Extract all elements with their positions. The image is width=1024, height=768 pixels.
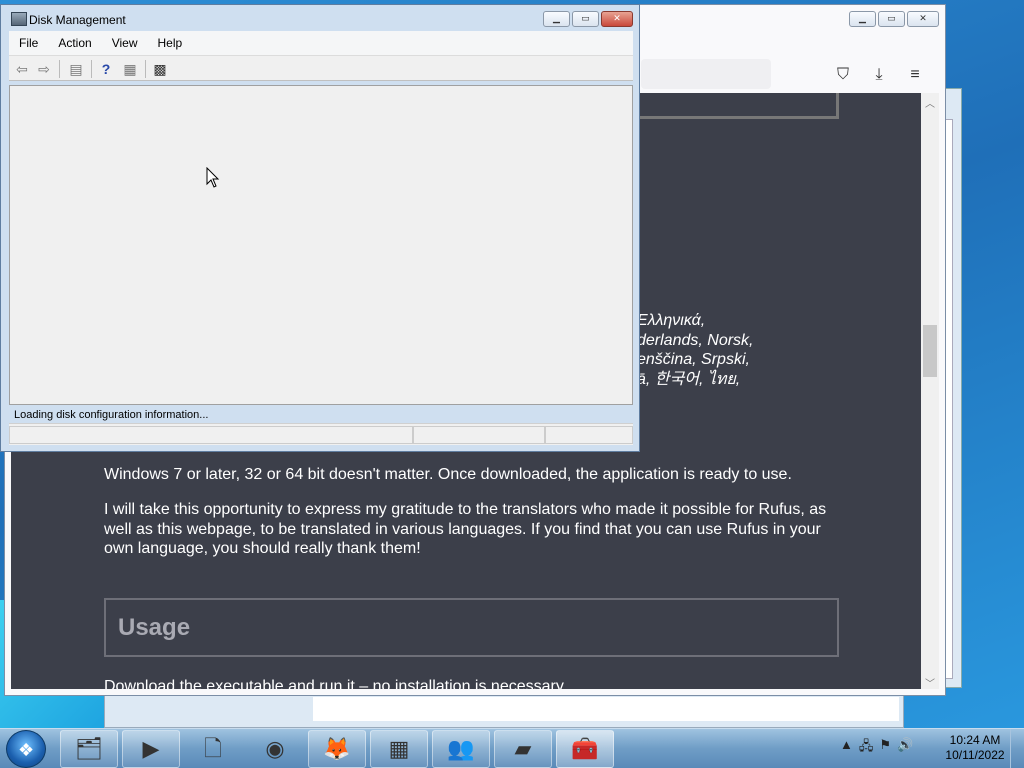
taskbar-firefox-icon[interactable]: 🦊: [308, 730, 366, 768]
lang-line[interactable]: ā, 한국어, ไทย,: [637, 370, 923, 390]
pocket-icon[interactable]: ⛉: [833, 65, 853, 85]
lang-line[interactable]: derlands, Norsk,: [637, 331, 923, 351]
taskbar-document-icon[interactable]: 🗋: [184, 730, 242, 768]
clock-date: 10/11/2022: [945, 748, 1005, 762]
paragraph-translators: I will take this opportunity to express …: [104, 501, 827, 557]
usage-section-box: Usage: [104, 598, 839, 657]
paragraph-usage: Download the executable and run it – no …: [104, 678, 568, 689]
taskbar-media-player-icon[interactable]: ▶: [122, 730, 180, 768]
taskbar-users-icon[interactable]: 👥: [432, 730, 490, 768]
forward-arrow-icon[interactable]: ⇨: [35, 60, 53, 78]
paragraph-requirements: Windows 7 or later, 32 or 64 bit doesn't…: [104, 466, 792, 483]
status-bar: [9, 423, 633, 445]
properties-icon[interactable]: ▦: [121, 60, 139, 78]
url-bar[interactable]: [641, 59, 771, 89]
system-tray: ▲ 🖧 ⚑ 🔊: [840, 737, 913, 759]
minimize-button[interactable]: ▁: [849, 11, 876, 27]
download-icon[interactable]: ⤓: [869, 65, 889, 85]
close-button[interactable]: ✕: [601, 11, 633, 27]
maximize-button[interactable]: ▭: [572, 11, 599, 27]
clock-time: 10:24 AM: [949, 733, 1001, 747]
status-cell: [545, 426, 633, 444]
firefox-window-controls: ▁ ▭ ✕: [849, 11, 939, 27]
disk-management-icon: [11, 12, 27, 26]
menu-action[interactable]: Action: [48, 36, 101, 50]
back-arrow-icon[interactable]: ⇦: [13, 60, 31, 78]
toolbar-separator: [91, 60, 92, 78]
toolbar-separator: [145, 60, 146, 78]
show-hide-tree-icon[interactable]: ▤: [67, 60, 85, 78]
maximize-button[interactable]: ▭: [878, 11, 905, 27]
disk-content-area: Loading disk configuration information..…: [9, 85, 633, 421]
status-cell: [413, 426, 545, 444]
menu-icon[interactable]: ≡: [905, 65, 925, 85]
taskbar-chrome-icon[interactable]: ◉: [246, 730, 304, 768]
show-hidden-icons-icon[interactable]: ▲: [840, 737, 853, 759]
close-button[interactable]: ✕: [907, 11, 939, 27]
menu-view[interactable]: View: [102, 36, 148, 50]
help-icon[interactable]: ?: [97, 60, 115, 78]
start-button[interactable]: ❖: [6, 730, 46, 768]
windows-logo-icon: ❖: [18, 740, 35, 760]
lang-line[interactable]: Ελληνικά,: [637, 311, 923, 331]
window-title: Disk Management: [29, 13, 126, 27]
action-center-icon[interactable]: ⚑: [879, 737, 891, 759]
disk-management-window: Disk Management ▁ ▭ ✕ File Action View H…: [0, 4, 640, 452]
scroll-up-icon[interactable]: ︿: [925, 95, 935, 110]
disk-settings-icon[interactable]: ▩: [151, 60, 169, 78]
show-desktop-button[interactable]: [1010, 729, 1024, 768]
taskbar-explorer-icon[interactable]: 🗂: [60, 730, 118, 768]
scroll-down-icon[interactable]: ﹀: [925, 675, 935, 690]
taskbar-usb-drive-icon[interactable]: ▰: [494, 730, 552, 768]
usage-heading: Usage: [118, 614, 191, 641]
loading-status: Loading disk configuration information..…: [14, 409, 209, 421]
background-window-bottom[interactable]: [104, 694, 904, 728]
minimize-button[interactable]: ▁: [543, 11, 570, 27]
menu-file[interactable]: File: [9, 36, 48, 50]
page-scrollbar[interactable]: ︿ ﹀: [921, 93, 939, 690]
menu-bar: File Action View Help: [9, 31, 633, 55]
taskbar-toolbox-icon[interactable]: 🧰: [556, 730, 614, 768]
taskbar: ❖ 🗂 ▶ 🗋 ◉ 🦊 ▦ 👥 ▰ 🧰 ▲ 🖧 ⚑ 🔊 10:24 AM 10/…: [0, 728, 1024, 768]
network-icon[interactable]: 🖧: [859, 737, 874, 759]
toolbar-separator: [59, 60, 60, 78]
lang-line[interactable]: enščina, Srpski,: [637, 350, 923, 370]
dm-window-controls: ▁ ▭ ✕: [543, 11, 633, 27]
volume-icon[interactable]: 🔊: [897, 737, 913, 759]
scroll-thumb[interactable]: [923, 325, 937, 377]
status-cell: [9, 426, 413, 444]
toolbar: ⇦ ⇨ ▤ ? ▦ ▩: [9, 55, 633, 81]
taskbar-control-panel-icon[interactable]: ▦: [370, 730, 428, 768]
menu-help[interactable]: Help: [148, 36, 193, 50]
language-list: Ελληνικά, derlands, Norsk, enščina, Srpski…: [637, 311, 923, 389]
clock[interactable]: 10:24 AM 10/11/2022: [942, 733, 1008, 763]
